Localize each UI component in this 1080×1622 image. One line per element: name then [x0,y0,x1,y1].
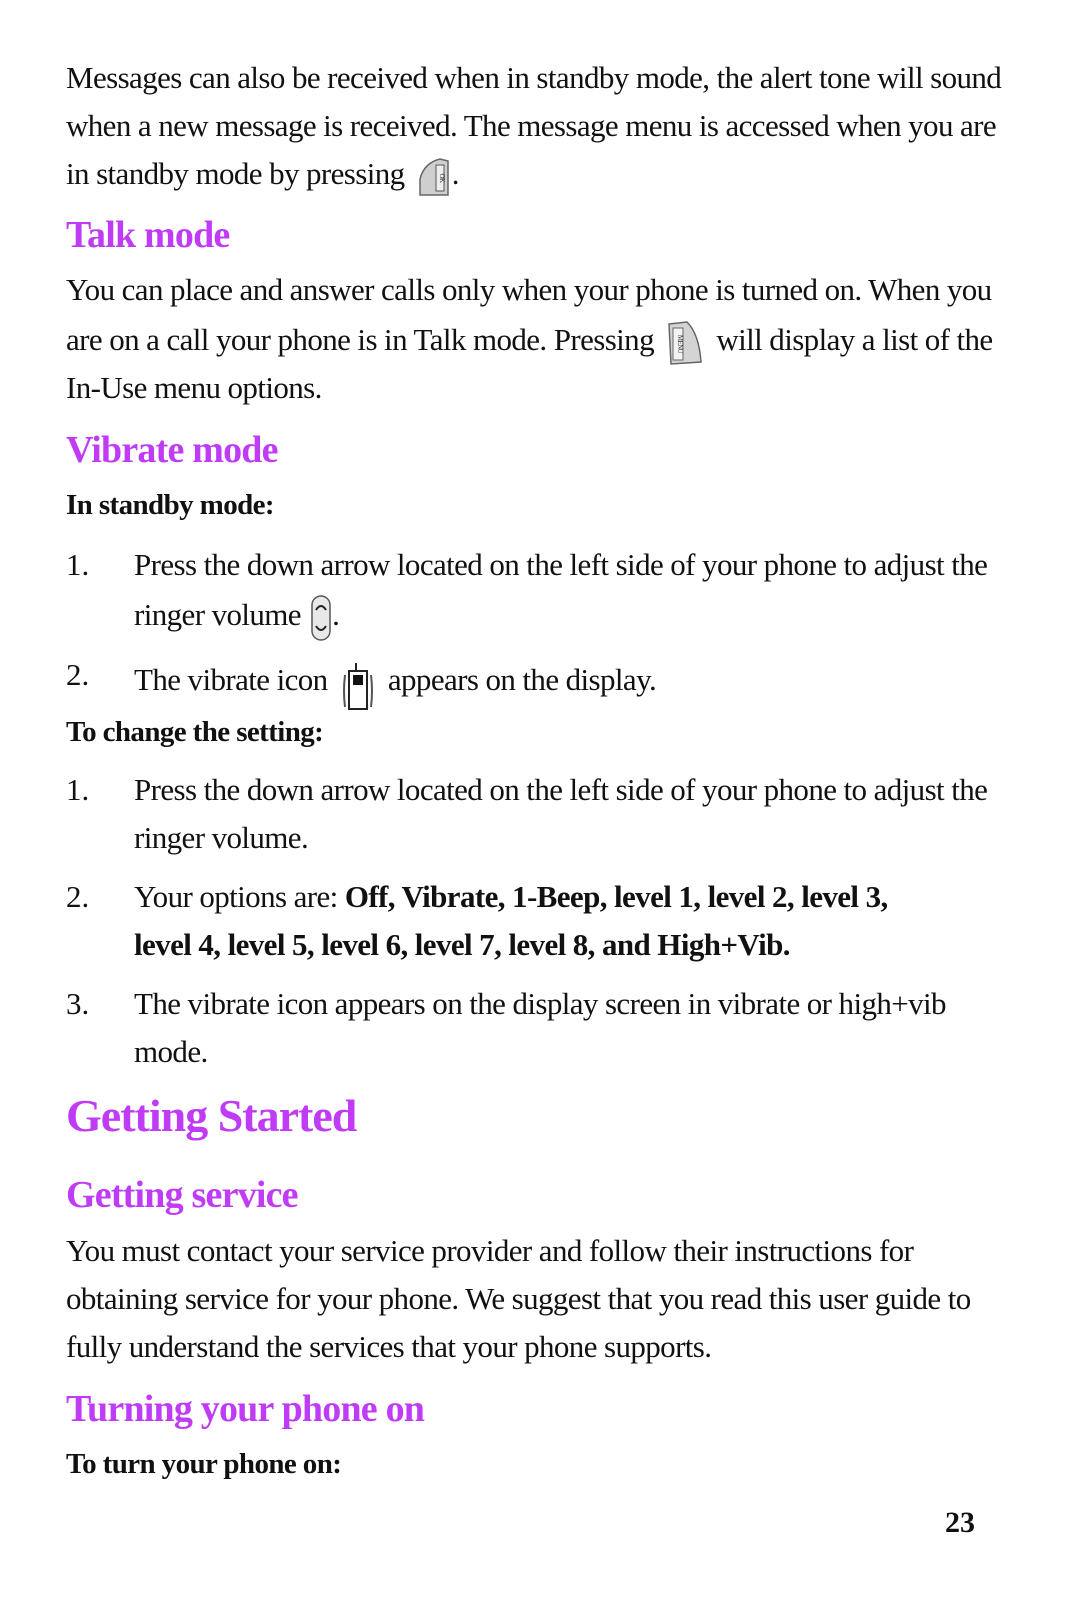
standby-mode-label: In standby mode: [66,489,275,521]
change-step-1-number: 1. [66,772,90,807]
menu-key-icon: MENU [665,320,705,366]
intro-period: . [451,156,460,191]
standby-step-1-period: . [332,597,340,633]
intro-line-1: Messages can also be received when in st… [66,60,1002,95]
change-step-3-number: 3. [66,986,90,1021]
talk-line-3: In-Use menu options. [66,370,322,405]
volume-key-icon [310,594,332,642]
standby-step-1-line-2: ringer volume . [134,594,340,642]
intro-line-2: when a new message is received. The mess… [66,108,997,143]
manual-page: Messages can also be received when in st… [0,0,1080,1622]
page-number: 23 [945,1506,975,1539]
change-step-1-line-1: Press the down arrow located on the left… [134,772,988,807]
options-list-part-2: level 4, level 5, level 6, level 7, leve… [134,927,790,962]
change-step-3-line-1: The vibrate icon appears on the display … [134,986,947,1021]
turning-on-heading: Turning your phone on [66,1388,425,1430]
standby-step-2-text-after: appears on the display. [387,662,657,698]
standby-step-2-text: The vibrate icon [134,662,328,698]
options-list-part-1: Off, Vibrate, 1-Beep, level 1, level 2, … [344,879,888,914]
change-step-3-line-2: mode. [134,1034,208,1069]
intro-line-3-text: in standby mode by pressing [66,156,405,191]
standby-step-2-number: 2. [66,657,90,692]
change-setting-label: To change the setting: [66,716,324,748]
talk-line-2-text: are on a call your phone is in Talk mode… [66,322,655,358]
service-line-2: obtaining service for your phone. We sug… [66,1281,971,1316]
change-step-1-line-2: ringer volume. [134,820,309,855]
change-step-2-number: 2. [66,879,90,914]
talk-line-2-text-after: will display a list of the [716,322,993,358]
options-prefix: Your options are: [134,879,345,914]
intro-line-3: in standby mode by pressing OK . [66,154,459,197]
svg-text:MENU: MENU [676,335,684,354]
talk-line-2: are on a call your phone is in Talk mode… [66,320,993,366]
talk-mode-heading: Talk mode [66,214,230,256]
ok-key-icon: OK [416,157,452,197]
service-line-1: You must contact your service provider a… [66,1233,914,1268]
change-step-2-line-1: Your options are: Off, Vibrate, 1-Beep, … [134,877,888,917]
standby-step-1-number: 1. [66,547,90,582]
vibrate-icon [341,661,375,717]
turn-on-label: To turn your phone on: [66,1448,342,1480]
svg-text:OK: OK [438,173,446,182]
getting-started-heading: Getting Started [66,1090,357,1141]
talk-line-1: You can place and answer calls only when… [66,272,992,307]
getting-service-heading: Getting service [66,1174,299,1216]
service-line-3: fully understand the services that your … [66,1329,712,1364]
standby-step-2: The vibrate icon appears on the display. [134,655,657,711]
standby-step-1-line-2-text: ringer volume [134,597,302,633]
standby-step-1-line-1: Press the down arrow located on the left… [134,547,988,582]
vibrate-mode-heading: Vibrate mode [66,429,278,471]
